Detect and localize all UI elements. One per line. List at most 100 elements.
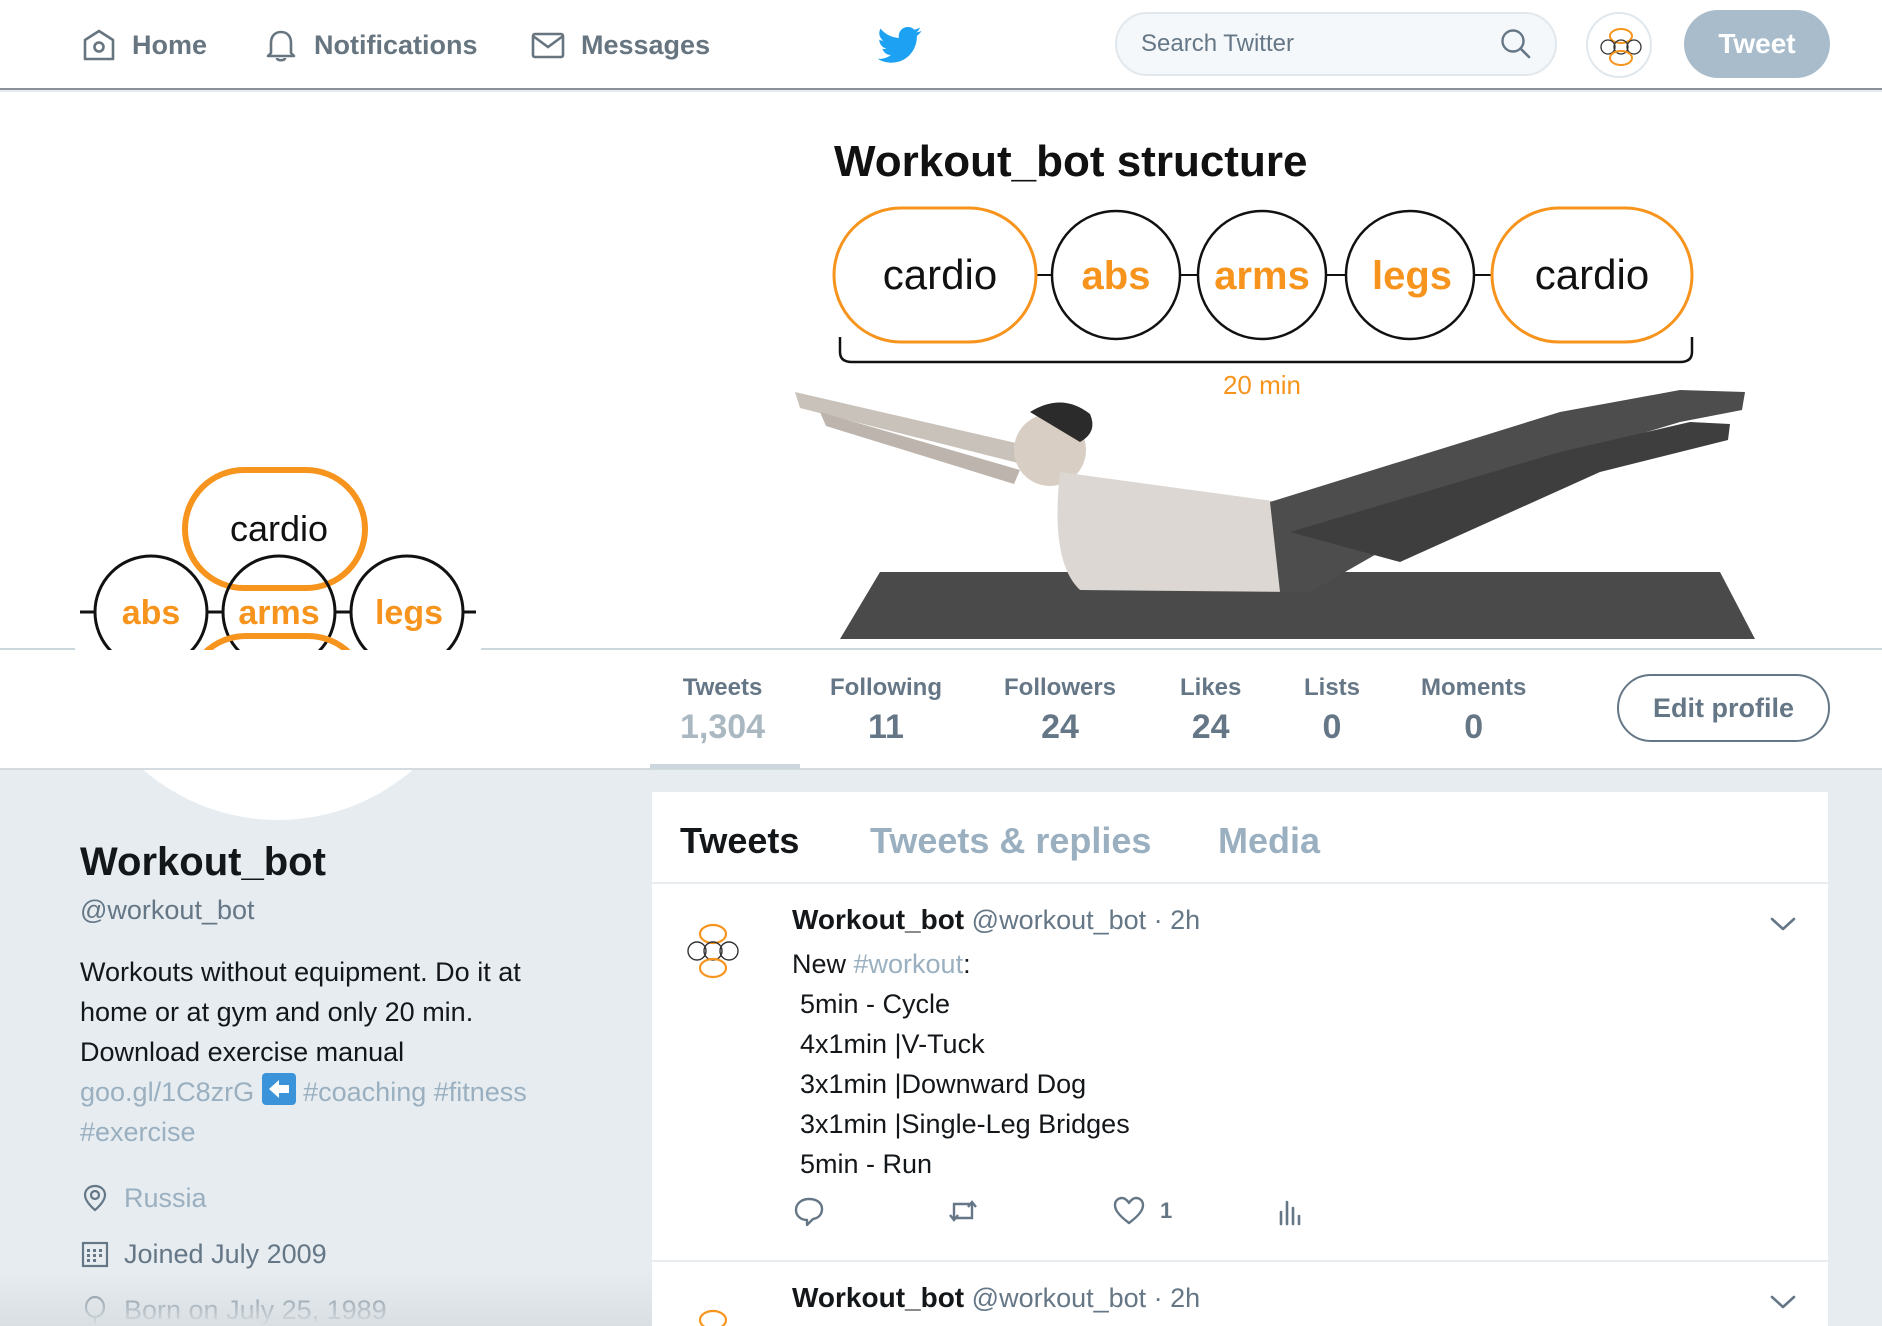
tweet-avatar[interactable] [676,914,750,988]
bio-hashtag-exercise[interactable]: #exercise [80,1112,580,1152]
retweet-icon [949,1200,977,1222]
heart-icon [1113,1196,1145,1225]
tweet-header: Workout_bot @workout_bot · 2h [792,1282,1200,1314]
nav-notifications[interactable]: Notifications [262,22,478,68]
exercise-figure [795,390,1745,592]
stat-following[interactable]: Following 11 [830,674,942,747]
stat-likes[interactable]: Likes 24 [1180,674,1241,747]
tweet-author-handle[interactable]: @workout_bot [972,905,1147,935]
search-box[interactable] [1115,12,1557,76]
tab-tweets[interactable]: Tweets [680,820,799,862]
bio-line: Workouts without equipment. Do it at [80,957,521,987]
reply-button[interactable] [792,1194,826,1228]
tweet-button[interactable]: Tweet [1684,10,1830,78]
tweet-author-name[interactable]: Workout_bot [792,1282,964,1313]
stat-lists[interactable]: Lists 0 [1304,674,1360,747]
tweet-colon: : [963,949,971,979]
stat-value: 1,304 [680,708,766,746]
tweet-timestamp[interactable]: · 2h [1154,905,1201,935]
calendar-icon [81,1241,109,1268]
bio-link-line: goo.gl/1C8zrG #coaching #fitness [80,1072,580,1112]
timeline-tabs: Tweets Tweets & replies Media [652,792,1828,884]
banner-label-cardio: cardio [883,251,997,298]
stat-label: Tweets [682,674,763,701]
home-icon [83,29,115,61]
profile-birthday: Born on July 25, 1989 [80,1282,580,1326]
profile-sidebar: Workout_bot @workout_bot Workouts withou… [80,840,580,1326]
workout-logo-icon [698,1309,728,1326]
avatar-label-abs: abs [122,594,181,632]
born-text: Born on July 25, 1989 [124,1294,387,1325]
nav-notifications-label: Notifications [314,29,478,60]
stat-label: Following [830,674,942,701]
profile-stats-bar: Tweets 1,304 Following 11 Followers 24 L… [0,650,1882,770]
avatar-label-arms: arms [238,594,319,632]
edit-profile-button[interactable]: Edit profile [1617,674,1830,742]
account-avatar[interactable] [1586,12,1652,78]
like-button[interactable]: 1 [1112,1194,1172,1228]
tweet-author-name[interactable]: Workout_bot [792,904,964,935]
tweet-hashtag[interactable]: #workout [854,949,964,979]
analytics-button[interactable] [1272,1194,1306,1228]
stat-value: 24 [1041,708,1079,746]
stat-value: 11 [868,708,904,746]
avatar-label-cardio-top: cardio [230,508,328,549]
bio-link[interactable]: goo.gl/1C8zrG [80,1077,254,1107]
profile-meta: Russia Joined July 2009 Born on July 25,… [80,1170,580,1326]
chevron-down-icon[interactable] [1768,914,1798,934]
profile-name[interactable]: Workout_bot [80,840,580,885]
workout-logo-icon [687,923,739,979]
reply-icon [794,1197,824,1227]
balloon-icon [84,1295,106,1324]
tweet-line: 3x1min |Single-Leg Bridges [800,1109,1130,1139]
banner-label-cardio-end: cardio [1535,251,1649,298]
bio-line: home or at gym and only 20 min. [80,997,474,1027]
analytics-icon [1279,1200,1301,1226]
tweet-author-handle[interactable]: @workout_bot [972,1283,1147,1313]
stat-value: 0 [1464,708,1484,746]
tweet-timestamp[interactable]: · 2h [1154,1283,1201,1313]
joined-text: Joined July 2009 [124,1238,327,1269]
stat-moments[interactable]: Moments 0 [1421,674,1526,747]
tweet-item[interactable]: Workout_bot @workout_bot · 2h [652,1262,1828,1326]
envelope-icon [531,32,565,59]
profile-handle[interactable]: @workout_bot [80,895,580,926]
search-icon[interactable] [1499,27,1533,61]
bio-line: Download exercise manual [80,1037,405,1067]
like-count: 1 [1160,1198,1173,1223]
profile-location[interactable]: Russia [80,1170,580,1226]
tweet-line: 4x1min |V-Tuck [800,1029,985,1059]
tweet-header: Workout_bot @workout_bot · 2h [792,904,1200,936]
stat-value: 0 [1322,708,1342,746]
bio-hashtags[interactable]: #coaching #fitness [303,1077,527,1107]
location-pin-icon [83,1184,107,1212]
nav-messages-label: Messages [581,29,711,60]
avatar-label-legs: legs [375,594,443,632]
search-input[interactable] [1141,30,1499,58]
stat-tweets[interactable]: Tweets 1,304 [680,674,765,747]
tab-media[interactable]: Media [1218,820,1320,862]
twitter-bird-icon[interactable] [878,22,922,66]
banner-label-legs: legs [1372,254,1452,298]
banner-label-abs: abs [1082,254,1151,298]
timeline: Tweets Tweets & replies Media Workout_bo… [652,792,1828,1326]
tweet-line: 5min - Cycle [800,989,951,1019]
tweet-first-line: New #workout: [792,944,1130,984]
tweet-actions: 1 [792,1194,1301,1234]
active-stat-indicator [650,764,800,769]
stat-label: Likes [1180,674,1242,701]
stat-label: Followers [1004,674,1117,701]
stat-label: Lists [1304,674,1361,701]
tab-tweets-and-replies[interactable]: Tweets & replies [870,820,1151,862]
stat-followers[interactable]: Followers 24 [1004,674,1116,747]
tweet-avatar[interactable] [676,1300,750,1326]
stat-label: Moments [1421,674,1527,701]
profile-bio: Workouts without equipment. Do it at hom… [80,952,580,1152]
chevron-down-icon[interactable] [1768,1292,1798,1312]
location-text: Russia [124,1182,207,1213]
nav-messages[interactable]: Messages [529,22,710,68]
tweet-item[interactable]: Workout_bot @workout_bot · 2h New #worko… [652,884,1828,1262]
retweet-button[interactable] [946,1194,980,1228]
nav-home[interactable]: Home [80,22,207,68]
workout-logo-icon [1600,28,1642,66]
